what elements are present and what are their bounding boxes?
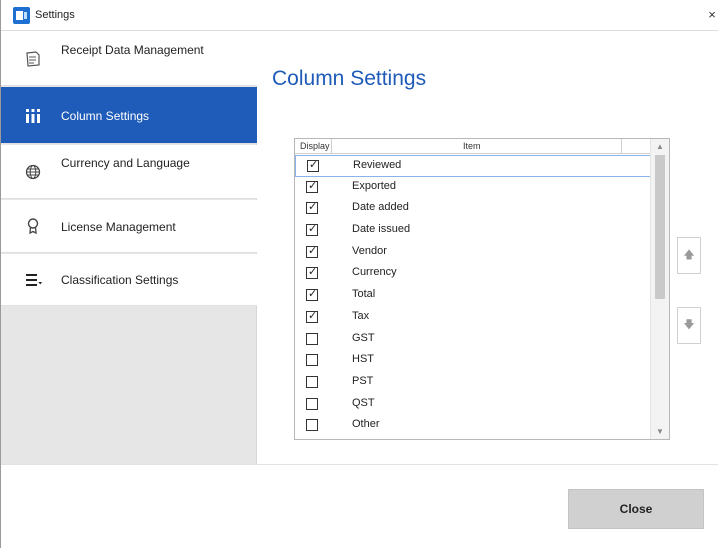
arrow-up-icon: 🡅 (683, 249, 695, 261)
page-title: Column Settings (272, 67, 427, 90)
item-label: QST (352, 396, 375, 409)
classification-icon (23, 270, 43, 290)
item-label: Date issued (352, 223, 411, 236)
column-list[interactable]: Display Item Reviewed Exported Date adde… (294, 138, 670, 440)
scroll-up-arrow-icon[interactable]: ▲ (656, 142, 664, 151)
sidebar-item-classification-settings[interactable]: Classification Settings (1, 254, 257, 306)
sidebar-item-license-management[interactable]: License Management (1, 200, 257, 253)
window-title: Settings (35, 9, 75, 21)
list-item[interactable]: Tax (295, 307, 651, 329)
display-checkbox[interactable] (306, 244, 318, 258)
settings-window: Settings × Receipt Data Management Colum… (0, 0, 718, 548)
sidebar-item-label: License Management (61, 220, 176, 234)
item-label: Tax (352, 309, 370, 322)
display-checkbox[interactable] (306, 332, 318, 345)
sidebar-item-column-settings[interactable]: Column Settings (1, 87, 257, 144)
display-checkbox[interactable] (306, 265, 318, 280)
license-icon (23, 216, 43, 236)
item-label: Exported (352, 179, 397, 192)
item-label: HST (352, 353, 374, 366)
sidebar-item-label: Receipt Data Management (61, 43, 204, 57)
display-checkbox[interactable] (306, 200, 318, 215)
receipt-data-icon (23, 49, 43, 69)
sidebar-item-currency-and-language[interactable]: Currency and Language (1, 145, 257, 199)
list-item[interactable]: PST (295, 372, 651, 394)
list-item[interactable]: Vendor (295, 242, 651, 264)
scroll-thumb[interactable] (655, 155, 665, 299)
item-label: Date added (352, 201, 409, 214)
main-panel: Column Settings Display Item Reviewed Ex… (258, 31, 718, 464)
list-item[interactable]: Reviewed (295, 155, 651, 177)
sidebar: Receipt Data Management Column Settings (1, 31, 257, 464)
globe-icon (23, 162, 43, 182)
display-checkbox[interactable] (306, 419, 318, 432)
list-item[interactable]: HST (295, 350, 651, 372)
display-checkbox[interactable] (306, 179, 318, 193)
window-close-icon[interactable]: × (705, 7, 718, 23)
list-item[interactable]: Total (295, 285, 651, 307)
list-item[interactable]: Other (295, 415, 651, 437)
display-checkbox[interactable] (306, 354, 318, 367)
header-divider (331, 139, 332, 154)
list-item[interactable]: Exported (295, 177, 651, 199)
columns-icon (23, 106, 43, 126)
header-item: Item (463, 141, 481, 151)
sidebar-item-receipt-data-management[interactable]: Receipt Data Management (1, 31, 257, 86)
close-button[interactable]: Close (568, 489, 704, 529)
item-label: Total (352, 288, 376, 301)
display-checkbox[interactable] (306, 397, 318, 410)
list-item[interactable]: QST (295, 394, 651, 416)
list-item[interactable]: Date issued (295, 220, 651, 242)
list-item[interactable]: Date added (295, 198, 651, 220)
list-rows: Reviewed Exported Date added Date issued… (295, 155, 651, 437)
list-scrollbar[interactable]: ▲ ▼ (650, 139, 669, 439)
item-label: Vendor (352, 244, 387, 257)
list-item[interactable]: GST (295, 329, 651, 351)
header-display: Display (300, 141, 330, 151)
item-label: Reviewed (353, 159, 402, 171)
move-down-button[interactable]: 🡇 (677, 307, 701, 344)
display-checkbox[interactable] (306, 375, 318, 388)
item-label: GST (352, 331, 375, 344)
item-label: Currency (352, 266, 397, 279)
sidebar-item-label: Classification Settings (61, 273, 179, 287)
sidebar-item-label: Currency and Language (61, 156, 190, 170)
item-label: Other (352, 418, 380, 431)
list-header: Display Item (295, 139, 651, 154)
arrow-down-icon: 🡇 (683, 319, 695, 331)
display-checkbox[interactable] (306, 222, 318, 237)
move-up-button[interactable]: 🡅 (677, 237, 701, 274)
app-icon (13, 7, 30, 24)
footer: Close (1, 464, 718, 548)
header-divider (621, 139, 622, 154)
item-label: PST (352, 374, 374, 387)
title-bar: Settings × (1, 0, 718, 31)
sidebar-item-label: Column Settings (61, 109, 150, 123)
display-checkbox[interactable] (306, 287, 318, 302)
list-item[interactable]: Currency (295, 263, 651, 285)
display-checkbox[interactable] (307, 158, 319, 172)
display-checkbox[interactable] (306, 309, 318, 323)
scroll-down-arrow-icon[interactable]: ▼ (656, 427, 664, 436)
